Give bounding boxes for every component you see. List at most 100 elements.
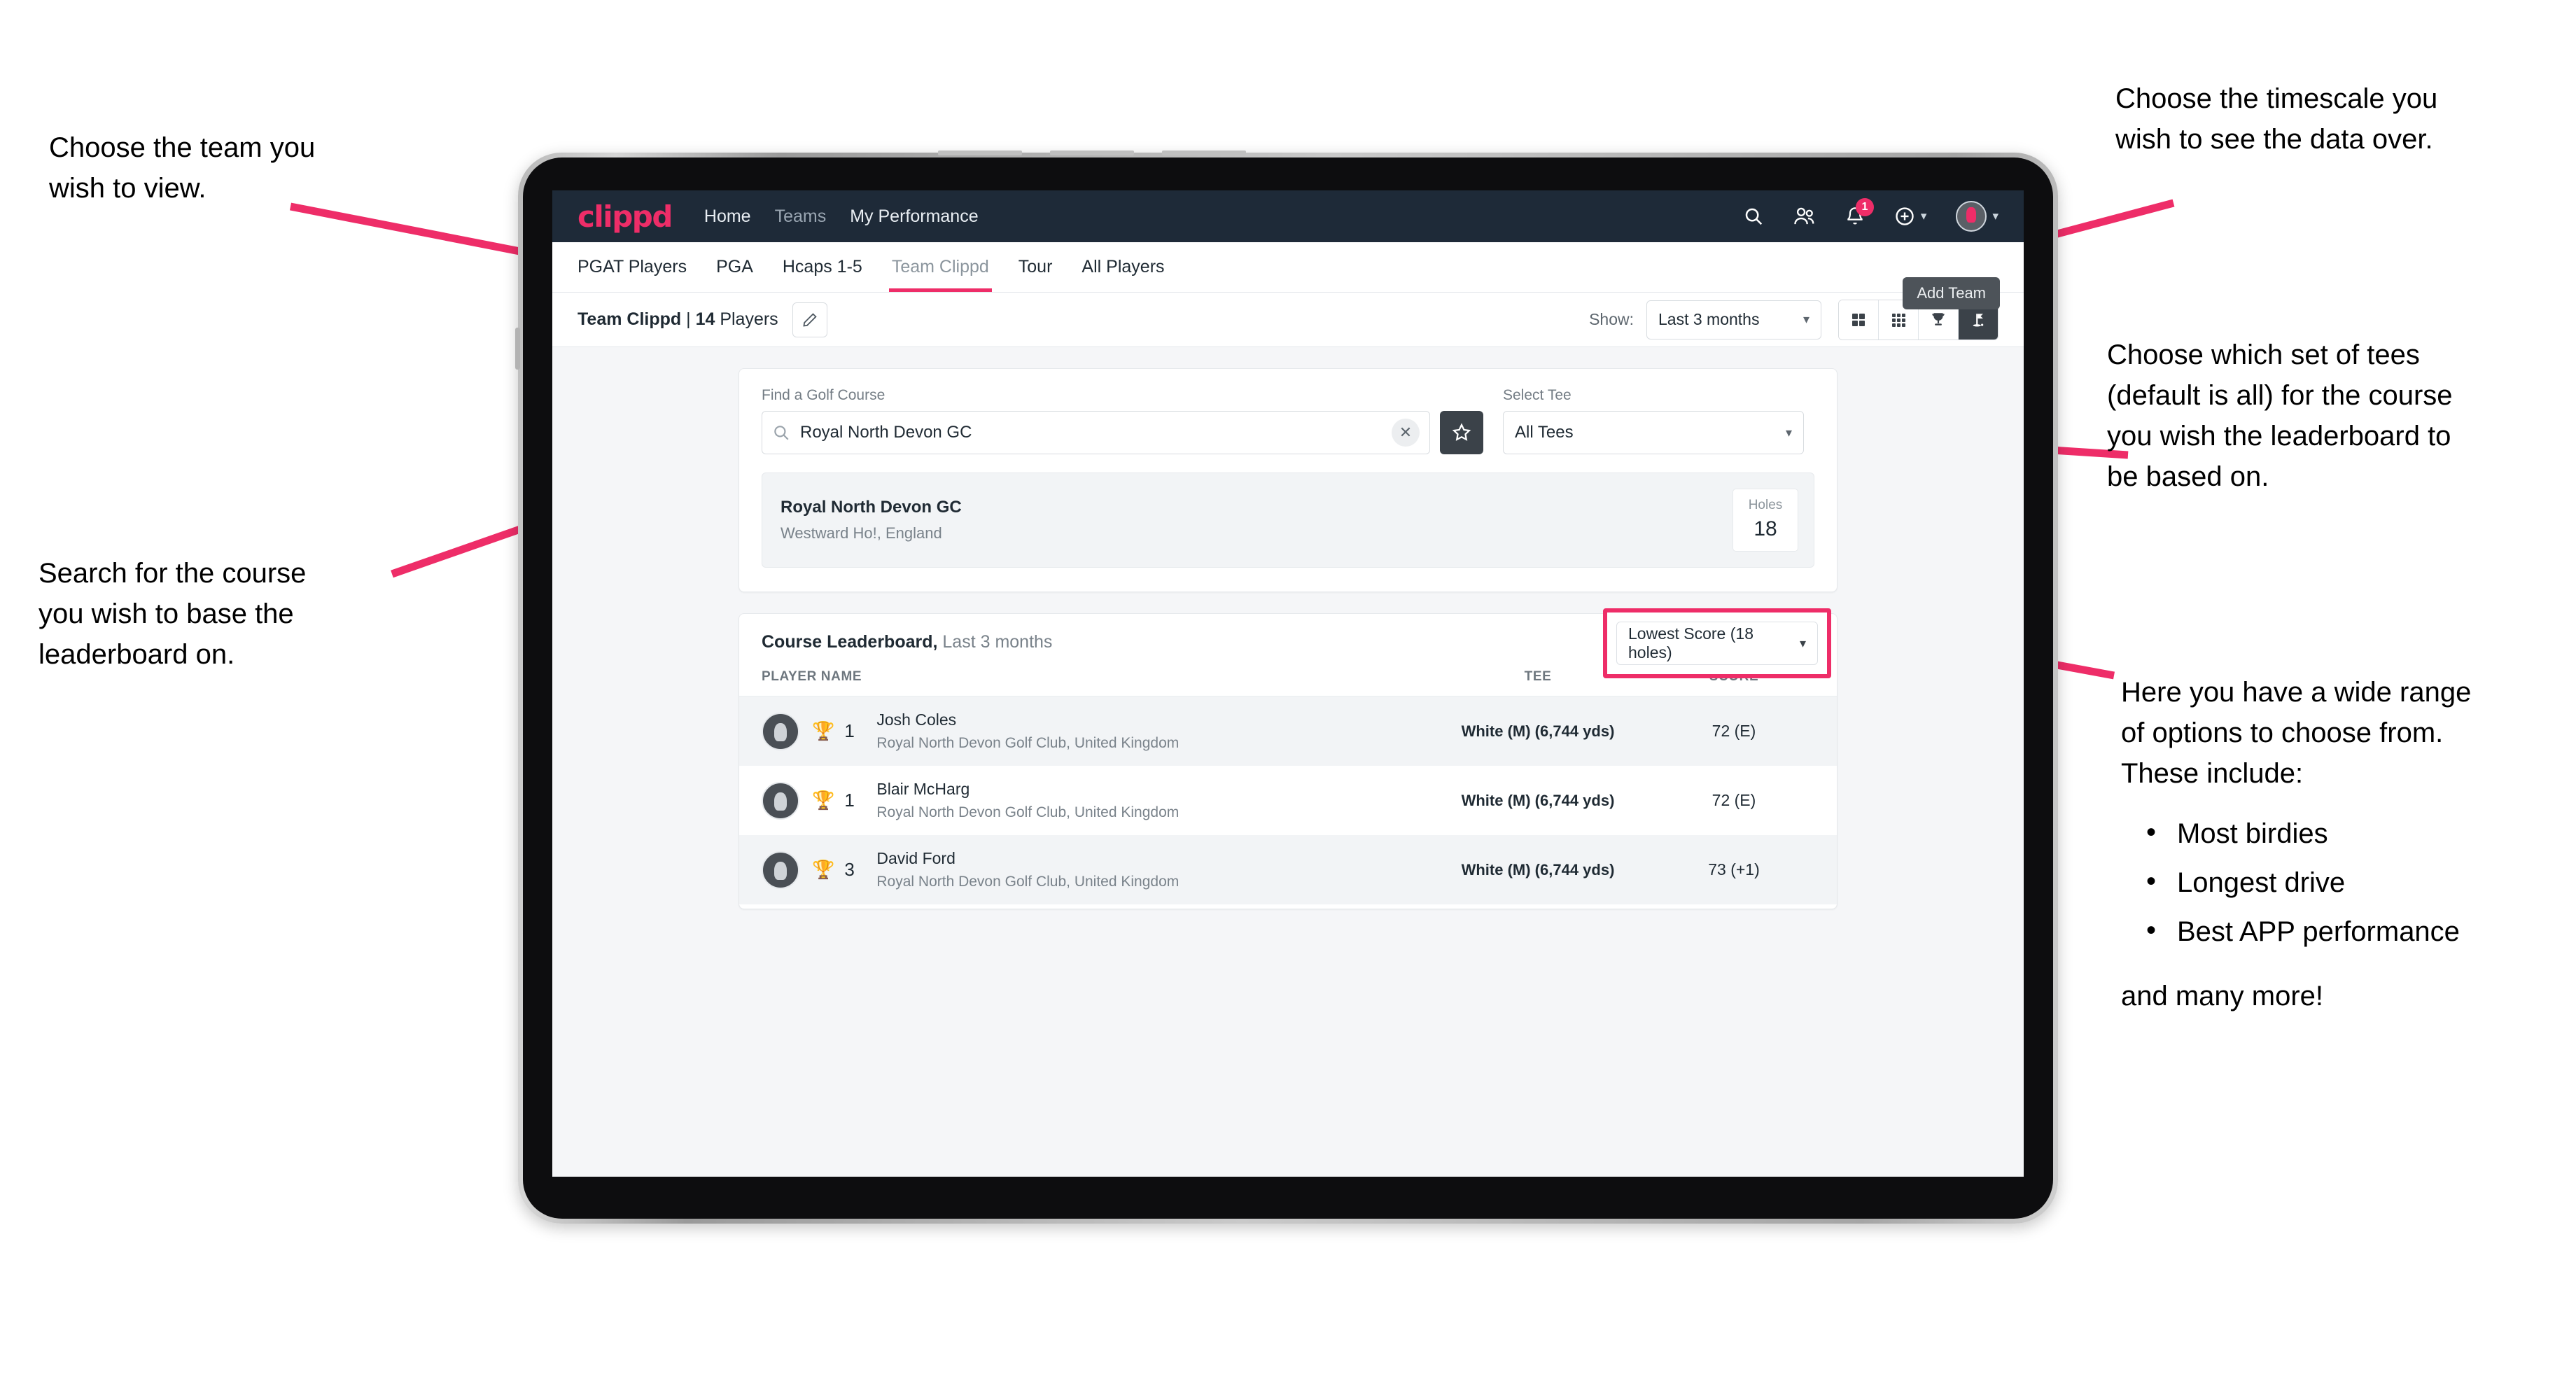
chevron-down-icon: ▾ <box>1785 425 1792 440</box>
player-rank: 3 <box>844 859 855 880</box>
list-item: Best APP performance <box>2146 910 2569 952</box>
holes-label: Holes <box>1748 498 1783 512</box>
annotation-choose-tees: Choose which set of tees (default is all… <box>2107 340 2453 492</box>
player-rank: 1 <box>844 790 855 811</box>
player-name-block: Blair McHarg Royal North Devon Golf Club… <box>876 780 1179 821</box>
player-tee: White (M) (6,744 yds) <box>1461 722 1615 740</box>
notification-badge: 1 <box>1855 198 1874 216</box>
avatar <box>762 712 799 750</box>
team-name: Team Clippd <box>578 309 682 329</box>
tee-select[interactable]: All Tees ▾ <box>1503 411 1804 454</box>
nav-link-my-performance[interactable]: My Performance <box>850 206 978 227</box>
favourite-course-button[interactable] <box>1440 411 1483 454</box>
leaderboard-sort-highlight: Lowest Score (18 holes) ▾ <box>1603 608 1831 678</box>
search-icon <box>774 426 789 440</box>
timescale-value: Last 3 months <box>1658 310 1760 328</box>
tee-select-column: Select Tee All Tees ▾ <box>1503 387 1804 454</box>
leaderboard-sort-value: Lowest Score (18 holes) <box>1628 624 1754 662</box>
course-result-name: Royal North Devon GC <box>780 498 962 517</box>
list-item: Longest drive <box>2146 861 2569 903</box>
team-title: Team Clippd | 14 Players <box>578 309 778 330</box>
player-score: 73 (+1) <box>1708 860 1760 878</box>
course-search-column: Find a Golf Course Royal North Devon GC … <box>762 387 1430 454</box>
player-name: David Ford <box>876 849 955 867</box>
tab-all-players[interactable]: All Players <box>1082 242 1164 292</box>
tab-hcaps-1-5[interactable]: Hcaps 1-5 <box>783 242 862 292</box>
course-field-label: Find a Golf Course <box>762 387 886 403</box>
avatar <box>762 850 799 889</box>
player-tee: White (M) (6,744 yds) <box>1461 791 1615 809</box>
page-content: Find a Golf Course Royal North Devon GC … <box>552 347 2024 1177</box>
leaderboard-title-sub: Last 3 months <box>937 632 1053 652</box>
player-cell: 🏆 1 Josh Coles Royal North Devon Golf Cl… <box>762 710 1422 752</box>
annotation-options: Here you have a wide range of options to… <box>2121 672 2569 1016</box>
device-side-button <box>515 328 520 370</box>
tab-tour[interactable]: Tour <box>1018 242 1053 292</box>
player-club: Royal North Devon Golf Club, United King… <box>876 735 1180 751</box>
add-team-tooltip: Add Team <box>1903 277 2000 309</box>
edit-team-button[interactable] <box>792 302 827 337</box>
tee-field-label: Select Tee <box>1503 387 1572 403</box>
player-name-block: David Ford Royal North Devon Golf Club, … <box>876 849 1179 890</box>
tablet-device-frame: clippd Home Teams My Performance 1 ▾ ▾ P… <box>515 150 2058 1224</box>
app-screen: clippd Home Teams My Performance 1 ▾ ▾ P… <box>552 190 2024 1177</box>
annotation-choose-timescale: Choose the timescale you wish to see the… <box>2115 83 2438 155</box>
plus-circle-icon[interactable]: ▾ <box>1894 206 1926 227</box>
table-row[interactable]: 🏆 1 Josh Coles Royal North Devon Golf Cl… <box>739 696 1837 766</box>
player-club: Royal North Devon Golf Club, United King… <box>876 804 1180 820</box>
timescale-select[interactable]: Last 3 months ▾ <box>1646 300 1821 340</box>
tee-select-value: All Tees <box>1515 423 1574 442</box>
view-mode-grid-4-button[interactable] <box>1839 300 1879 340</box>
close-icon[interactable]: ✕ <box>1392 419 1420 447</box>
player-rank: 1 <box>844 720 855 741</box>
nav-link-home[interactable]: Home <box>704 206 751 227</box>
team-title-separator: | <box>681 309 696 329</box>
course-search-input[interactable]: Royal North Devon GC ✕ <box>762 411 1430 454</box>
chevron-down-icon: ▾ <box>1992 209 1998 223</box>
chevron-down-icon: ▾ <box>1802 312 1809 326</box>
player-name: Josh Coles <box>876 710 957 729</box>
chevron-down-icon: ▾ <box>1799 636 1806 650</box>
tab-pgat-players[interactable]: PGAT Players <box>578 242 687 292</box>
trophy-icon: 🏆 <box>812 790 835 811</box>
people-icon[interactable] <box>1793 206 1816 227</box>
trophy-icon: 🏆 <box>812 859 835 880</box>
course-leaderboard-panel: Course Leaderboard, Last 3 months Lowest… <box>738 608 1837 909</box>
leaderboard-header: Course Leaderboard, Last 3 months Lowest… <box>739 608 1837 678</box>
leaderboard-title: Course Leaderboard, Last 3 months <box>762 632 1052 652</box>
bell-icon[interactable]: 1 <box>1845 198 1874 227</box>
star-icon <box>1452 423 1471 441</box>
annotation-options-intro: Here you have a wide range of options to… <box>2121 677 2472 789</box>
course-result-location: Westward Ho!, England <box>780 524 942 542</box>
player-tee: White (M) (6,744 yds) <box>1461 860 1615 878</box>
team-tabs-bar: PGAT Players PGA Hcaps 1-5 Team Clippd T… <box>552 242 2024 309</box>
player-score: 72 (E) <box>1712 722 1756 740</box>
device-bezel: clippd Home Teams My Performance 1 ▾ ▾ P… <box>523 158 2053 1219</box>
player-score: 72 (E) <box>1712 791 1756 809</box>
avatar-icon[interactable]: ▾ <box>1956 201 1998 232</box>
tab-team-clippd[interactable]: Team Clippd <box>888 242 992 292</box>
player-cell: 🏆 3 David Ford Royal North Devon Golf Cl… <box>762 849 1422 890</box>
holes-value: 18 <box>1754 517 1777 540</box>
course-search-row: Find a Golf Course Royal North Devon GC … <box>762 387 1814 454</box>
holes-badge: Holes 18 <box>1732 489 1798 552</box>
annotation-choose-team: Choose the team you wish to view. <box>49 132 316 204</box>
table-row[interactable]: 🏆 1 Blair McHarg Royal North Devon Golf … <box>739 766 1837 835</box>
avatar <box>1956 201 1987 232</box>
tab-pga[interactable]: PGA <box>716 242 753 292</box>
table-row[interactable]: 🏆 3 David Ford Royal North Devon Golf Cl… <box>739 835 1837 904</box>
column-header-player-name: PLAYER NAME <box>762 669 862 684</box>
course-result-card[interactable]: Royal North Devon GC Westward Ho!, Engla… <box>762 472 1814 568</box>
annotation-options-tail: and many more! <box>2121 981 2324 1011</box>
course-search-panel: Find a Golf Course Royal North Devon GC … <box>738 368 1837 592</box>
annotation-options-list: Most birdies Longest drive Best APP perf… <box>2121 812 2569 952</box>
player-name: Blair McHarg <box>876 780 970 798</box>
player-name-block: Josh Coles Royal North Devon Golf Club, … <box>876 710 1179 752</box>
team-toolbar: Team Clippd | 14 Players Show: Last 3 mo… <box>552 293 2024 347</box>
nav-link-teams[interactable]: Teams <box>775 206 827 227</box>
search-icon[interactable] <box>1743 206 1764 227</box>
avatar <box>762 781 799 820</box>
clippd-logo[interactable]: clippd <box>578 200 673 234</box>
leaderboard-sort-select[interactable]: Lowest Score (18 holes) ▾ <box>1616 622 1818 665</box>
player-count: 14 <box>695 309 715 329</box>
